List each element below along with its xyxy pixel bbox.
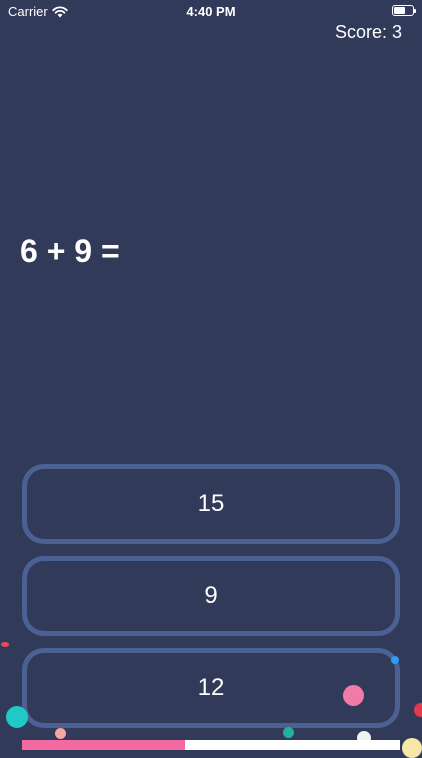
status-time: 4:40 PM [186,4,236,19]
confetti-dot [55,728,66,739]
answer-label: 12 [197,674,225,701]
confetti-dot [402,738,422,758]
confetti-dot [343,685,364,706]
confetti-dot [391,656,399,664]
progress-fill [22,740,185,750]
score-label: Score: 3 [334,22,402,42]
answer-label: 15 [197,490,225,517]
answer-button-1[interactable]: 15 [22,464,400,544]
confetti-dot [6,706,28,728]
battery-icon [392,5,416,16]
answer-button-2[interactable]: 9 [22,556,400,636]
confetti-dot [283,727,294,738]
progress-bar [22,740,400,750]
answer-button-3[interactable]: 12 [22,648,400,728]
confetti-dot [414,703,422,717]
confetti-dot [1,642,9,647]
status-bar: Carrier 4:40 PM [0,0,422,22]
answer-label: 9 [204,582,218,609]
question-text: 6 + 9 = [20,233,120,269]
